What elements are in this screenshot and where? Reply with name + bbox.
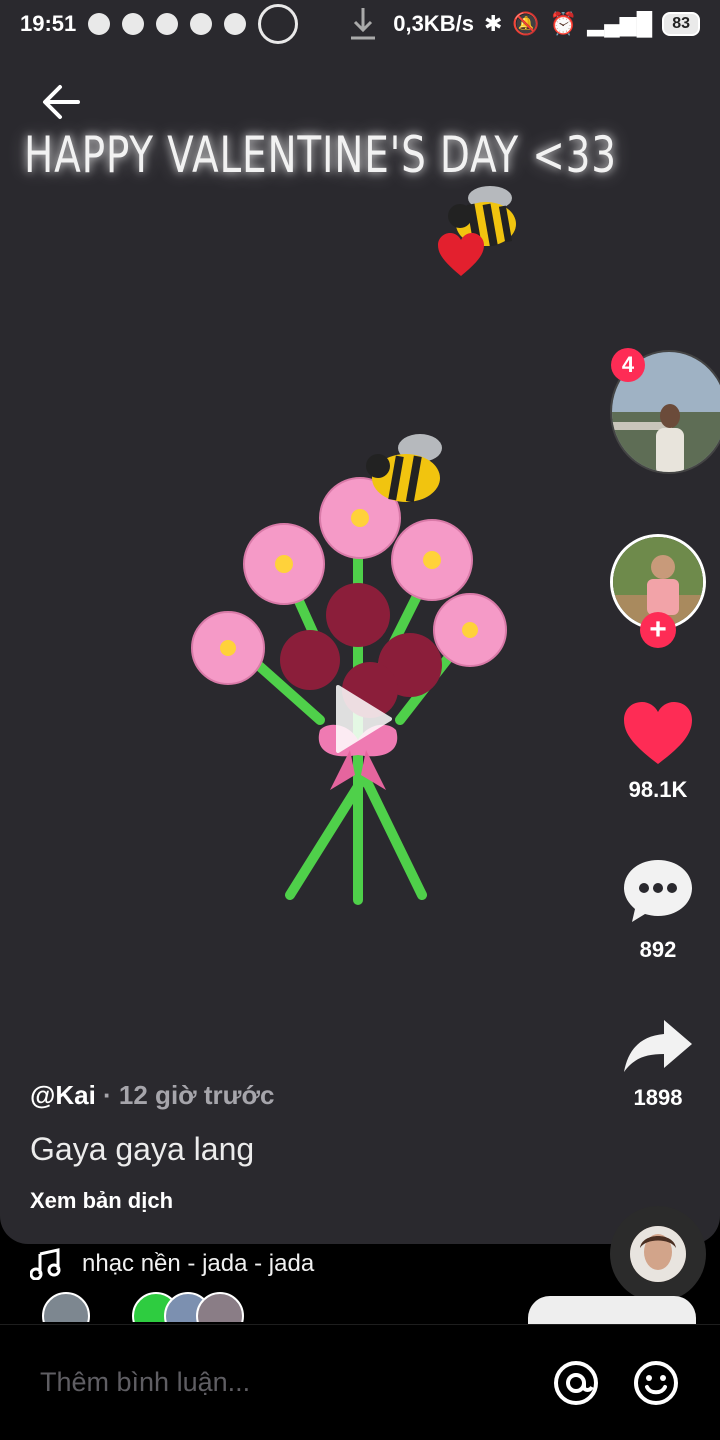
author-line: @Kai · 12 giờ trước <box>30 1080 590 1111</box>
messenger-icon <box>190 13 213 35</box>
heart-sticker-icon <box>438 233 484 276</box>
viewer-avatars[interactable] <box>40 1292 280 1322</box>
emoji-icon[interactable] <box>632 1359 680 1407</box>
comment-button[interactable]: 892 <box>612 856 704 963</box>
message-icon <box>88 13 111 35</box>
post-time: · 12 giờ trước <box>95 1080 275 1110</box>
download-icon <box>351 8 376 40</box>
share-arrow-icon <box>624 1020 692 1072</box>
follow-button[interactable]: + <box>640 612 676 648</box>
music-note-icon <box>30 1248 61 1280</box>
like-button[interactable]: 98.1K <box>612 700 704 803</box>
back-arrow-icon[interactable] <box>38 78 86 126</box>
music-row[interactable]: nhạc nền - jada - jada <box>30 1248 314 1280</box>
video-caption: @Kai · 12 giờ trước Gaya gaya lang Xem b… <box>30 1080 590 1214</box>
shield-icon <box>224 13 247 35</box>
music-disc[interactable] <box>610 1206 706 1302</box>
music-label: nhạc nền - jada - jada <box>82 1250 315 1277</box>
comment-count: 892 <box>639 937 677 962</box>
network-speed: 0,3KB/s <box>393 11 474 36</box>
signal-icon: ▂▄▆█ <box>587 11 653 36</box>
battery-indicator: 83 <box>662 12 700 36</box>
bluetooth-icon: ✱ <box>483 11 503 36</box>
status-bar: 19:51 0,3KB/s ✱ 🔕 ⏰ ▂▄▆█ 83 <box>0 0 720 48</box>
share-button[interactable]: 1898 <box>612 1016 704 1111</box>
circle-icon <box>258 4 299 44</box>
flower-bouquet-image <box>191 477 507 905</box>
messenger-icon <box>156 13 179 35</box>
bee-icon <box>366 434 442 503</box>
mention-at-icon[interactable] <box>552 1359 600 1407</box>
author-handle[interactable]: @Kai <box>30 1080 96 1110</box>
comment-bubble-icon <box>624 860 692 922</box>
status-time: 19:51 <box>20 11 77 36</box>
alarm-icon: ⏰ <box>549 11 578 36</box>
viewer-avatar <box>42 1292 90 1322</box>
comment-bar <box>0 1324 720 1440</box>
notification-icons <box>88 4 299 44</box>
live-count-badge: 4 <box>611 348 645 382</box>
video-headline: HAPPY VALENTINE'S DAY <33 <box>24 126 617 184</box>
chat-icon <box>122 13 145 35</box>
like-count: 98.1K <box>628 777 688 802</box>
music-cover-image <box>630 1226 686 1282</box>
video-player[interactable]: 19:51 0,3KB/s ✱ 🔕 ⏰ ▂▄▆█ 83 HAPPY VALENT… <box>0 0 720 1244</box>
system-icons: 0,3KB/s ✱ 🔕 ⏰ ▂▄▆█ 83 <box>343 4 700 44</box>
play-icon[interactable] <box>330 683 394 755</box>
share-count: 1898 <box>633 1085 683 1110</box>
mute-icon: 🔕 <box>512 11 540 36</box>
video-description: Gaya gaya lang <box>30 1131 255 1167</box>
heart-icon <box>624 702 692 764</box>
see-translation-link[interactable]: Xem bản dịch <box>30 1188 590 1214</box>
comment-input[interactable] <box>40 1367 520 1398</box>
